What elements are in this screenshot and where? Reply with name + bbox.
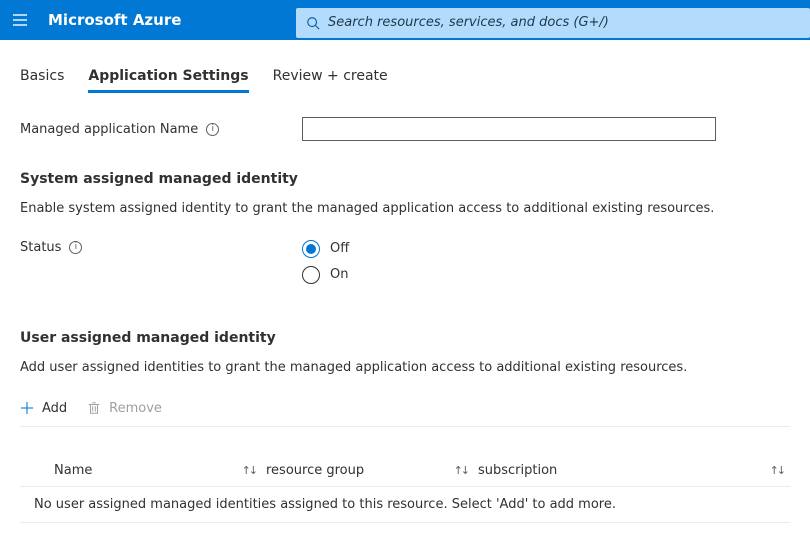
status-label-wrap: Status i bbox=[20, 240, 302, 255]
identity-table: Name ↑↓ resource group ↑↓ subscription ↑… bbox=[20, 463, 790, 523]
menu-icon[interactable] bbox=[0, 0, 40, 40]
sort-icon[interactable]: ↑↓ bbox=[454, 464, 468, 477]
remove-button: Remove bbox=[87, 401, 162, 416]
col-resource-group[interactable]: resource group ↑↓ bbox=[266, 463, 478, 478]
col-subscription[interactable]: subscription ↑↓ bbox=[478, 463, 790, 478]
status-radio-on[interactable]: On bbox=[302, 266, 349, 284]
managed-app-name-label-wrap: Managed application Name i bbox=[20, 122, 302, 137]
tab-basics[interactable]: Basics bbox=[20, 68, 64, 93]
radio-icon bbox=[302, 266, 320, 284]
status-option-label: On bbox=[330, 267, 348, 282]
brand-label: Microsoft Azure bbox=[48, 11, 181, 29]
managed-app-name-input[interactable] bbox=[302, 117, 716, 141]
search-box[interactable] bbox=[296, 8, 810, 38]
radio-icon bbox=[302, 240, 320, 258]
tab-strip: Basics Application Settings Review + cre… bbox=[20, 68, 790, 93]
trash-icon bbox=[87, 401, 101, 415]
user-identity-heading: User assigned managed identity bbox=[20, 330, 790, 346]
remove-button-label: Remove bbox=[109, 401, 162, 416]
col-name[interactable]: Name ↑↓ bbox=[54, 463, 266, 478]
table-header: Name ↑↓ resource group ↑↓ subscription ↑… bbox=[20, 463, 790, 487]
identity-toolbar: Add Remove bbox=[20, 401, 790, 427]
tab-review-create[interactable]: Review + create bbox=[273, 68, 388, 93]
search-container bbox=[296, 3, 810, 38]
managed-app-name-row: Managed application Name i bbox=[20, 117, 790, 141]
info-icon[interactable]: i bbox=[206, 123, 219, 136]
col-name-label: Name bbox=[54, 463, 92, 478]
status-row: Status i Off On bbox=[20, 240, 790, 284]
status-option-label: Off bbox=[330, 241, 349, 256]
col-sub-label: subscription bbox=[478, 463, 557, 478]
add-button-label: Add bbox=[42, 401, 67, 416]
sort-icon[interactable]: ↑↓ bbox=[242, 464, 256, 477]
user-identity-desc: Add user assigned identities to grant th… bbox=[20, 360, 790, 377]
sort-icon[interactable]: ↑↓ bbox=[770, 464, 784, 477]
add-button[interactable]: Add bbox=[20, 401, 67, 416]
managed-app-name-label: Managed application Name bbox=[20, 122, 198, 137]
status-radio-off[interactable]: Off bbox=[302, 240, 349, 258]
system-identity-desc: Enable system assigned identity to grant… bbox=[20, 201, 790, 218]
search-icon bbox=[306, 16, 320, 30]
status-options: Off On bbox=[302, 240, 349, 284]
search-input[interactable] bbox=[328, 15, 800, 30]
tab-application-settings[interactable]: Application Settings bbox=[88, 68, 248, 93]
top-header: Microsoft Azure bbox=[0, 0, 810, 40]
table-empty-message: No user assigned managed identities assi… bbox=[20, 487, 790, 523]
plus-icon bbox=[20, 401, 34, 415]
system-identity-heading: System assigned managed identity bbox=[20, 171, 790, 187]
status-label: Status bbox=[20, 240, 61, 255]
main-content: Basics Application Settings Review + cre… bbox=[0, 68, 810, 523]
col-rg-label: resource group bbox=[266, 463, 364, 478]
info-icon[interactable]: i bbox=[69, 241, 82, 254]
